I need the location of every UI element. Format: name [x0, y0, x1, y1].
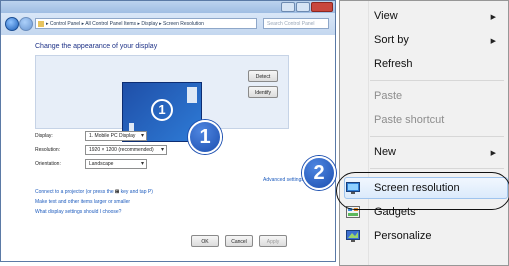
menu-item-view[interactable]: View	[374, 10, 398, 22]
windows-key-icon: ⊞	[115, 189, 120, 195]
display-value: 1. Mobile PC Display	[89, 133, 136, 139]
personalize-icon	[346, 230, 360, 242]
menu-item-sort-by[interactable]: Sort by	[374, 34, 409, 46]
address-path: ▸ Control Panel ▸ All Control Panel Item…	[46, 21, 204, 27]
menu-item-label: Paste shortcut	[374, 114, 445, 126]
menu-separator	[370, 136, 504, 137]
step-2-badge: 2	[302, 156, 336, 190]
window-glyph-icon	[187, 87, 197, 103]
search-input[interactable]: Search Control Panel	[263, 18, 329, 29]
cancel-button[interactable]: Cancel	[225, 235, 253, 247]
orientation-label: Orientation:	[35, 161, 61, 167]
menu-item-label: Sort by	[374, 34, 409, 46]
apply-button[interactable]: Apply	[259, 235, 287, 247]
submenu-arrow-icon: ▶	[490, 14, 496, 21]
close-button[interactable]	[311, 2, 333, 12]
display-label: Display:	[35, 133, 53, 139]
page-title: Change the appearance of your display	[35, 43, 158, 50]
menu-item-label: Paste	[374, 90, 403, 102]
identify-button[interactable]: Identify	[248, 86, 278, 98]
desktop-context-menu: View ▶ Sort by ▶ Refresh Paste Paste sho…	[339, 0, 509, 266]
menu-separator	[370, 80, 504, 81]
display-select[interactable]: 1. Mobile PC Display	[85, 131, 147, 141]
forward-button[interactable]	[19, 17, 33, 31]
menu-item-refresh[interactable]: Refresh	[374, 58, 413, 70]
projector-link-text: Connect to a projector (or press the	[35, 189, 114, 195]
title-bar	[1, 1, 335, 13]
orientation-select[interactable]: Landscape	[85, 159, 147, 169]
address-bar: ▸ Control Panel ▸ All Control Panel Item…	[1, 13, 335, 35]
detect-button[interactable]: Detect	[248, 70, 278, 82]
resolution-label: Resolution:	[35, 147, 61, 153]
projector-link[interactable]: Connect to a projector (or press the ⊞ k…	[35, 189, 153, 195]
address-field[interactable]: ▸ Control Panel ▸ All Control Panel Item…	[35, 18, 257, 29]
menu-item-label: View	[374, 10, 398, 22]
menu-item-label: Personalize	[374, 230, 432, 242]
menu-icon-gutter	[368, 1, 369, 265]
resolution-value: 1920 × 1200 (recommended)	[89, 147, 154, 153]
callout-oval	[336, 172, 509, 210]
menu-item-label: New	[374, 146, 397, 158]
projector-link-text-end: key and tap P)	[120, 189, 153, 195]
menu-item-label: Refresh	[374, 58, 413, 70]
maximize-button[interactable]	[296, 2, 310, 12]
resolution-select[interactable]: 1920 × 1200 (recommended)	[85, 145, 167, 155]
step-1-badge: 1	[188, 120, 222, 154]
monitor-number: 1	[151, 99, 173, 121]
back-button[interactable]	[5, 17, 19, 31]
advanced-settings-link[interactable]: Advanced settings	[263, 177, 304, 183]
orientation-value: Landscape	[89, 161, 114, 167]
menu-item-personalize[interactable]: Personalize	[374, 230, 431, 242]
submenu-arrow-icon: ▶	[490, 150, 496, 157]
submenu-arrow-icon: ▶	[490, 38, 496, 45]
minimize-button[interactable]	[281, 2, 295, 12]
text-size-link[interactable]: Make text and other items larger or smal…	[35, 199, 130, 205]
menu-item-paste: Paste	[374, 90, 402, 102]
menu-separator	[370, 168, 504, 169]
main-content: Change the appearance of your display 1 …	[1, 35, 335, 261]
ok-button[interactable]: OK	[191, 235, 219, 247]
display-settings-help-link[interactable]: What display settings should I choose?	[35, 209, 121, 215]
screen-resolution-window: ▸ Control Panel ▸ All Control Panel Item…	[0, 0, 336, 262]
search-placeholder: Search Control Panel	[267, 21, 315, 27]
menu-item-new[interactable]: New	[374, 146, 396, 158]
control-panel-icon	[38, 21, 44, 27]
menu-item-paste-shortcut: Paste shortcut	[374, 114, 444, 126]
display-preview: 1 Detect Identify	[35, 55, 289, 142]
